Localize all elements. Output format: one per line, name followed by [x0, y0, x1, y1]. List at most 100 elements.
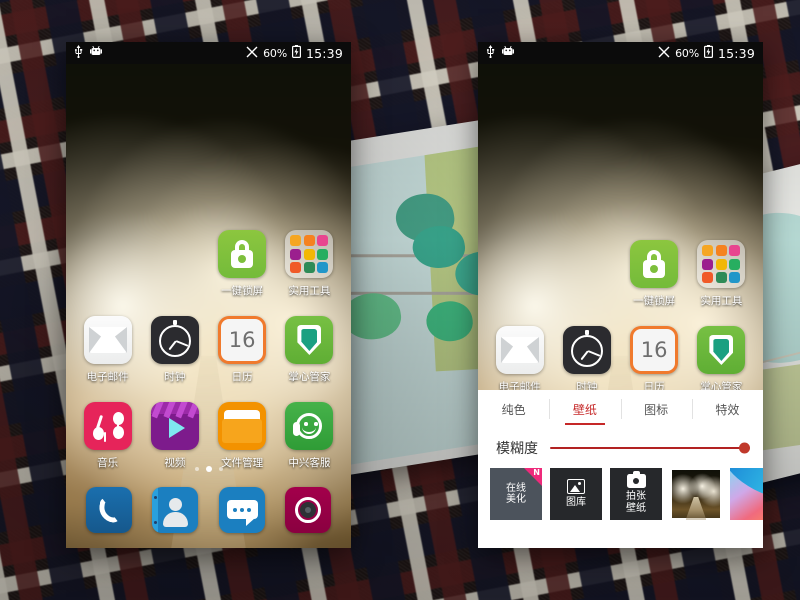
thumbnail-label-line2: 壁纸	[626, 502, 646, 514]
blur-slider-thumb[interactable]	[739, 442, 750, 454]
thumbnail-current-wallpaper[interactable]	[670, 468, 722, 520]
tab-label: 图标	[644, 402, 669, 417]
shield-icon	[285, 316, 334, 364]
app-cell-empty	[486, 232, 553, 308]
app-icon-file-manager[interactable]: 文件管理	[209, 394, 276, 470]
thumbnail-gradient-wallpaper[interactable]	[730, 468, 763, 520]
app-icon-clock[interactable]: 时钟	[553, 318, 620, 394]
app-cell-empty	[141, 222, 208, 298]
app-icon-customer-service[interactable]: 中兴客服	[276, 394, 343, 470]
scene-right-edge	[763, 0, 800, 600]
app-icon-calendar[interactable]: 16 日历	[209, 308, 276, 384]
mail-icon	[495, 326, 544, 374]
android-robot-icon	[502, 45, 514, 60]
app-icon-clock[interactable]: 时钟	[141, 308, 208, 384]
clock-label: 15:39	[717, 45, 755, 61]
phone-left: 60% 15:39 一键锁屏 实用工具 电子邮件 时钟 16 日历 掌心管家 音…	[66, 42, 351, 548]
page-indicator[interactable]	[66, 466, 351, 472]
contacts-icon[interactable]	[152, 487, 199, 533]
folder-icon	[697, 240, 746, 288]
tab-active-underline	[564, 423, 605, 425]
clock-icon	[562, 326, 611, 374]
blur-slider[interactable]	[550, 442, 750, 454]
app-cell-empty	[74, 222, 141, 298]
thumbnail-label-line2: 美化	[506, 494, 526, 505]
app-row-1: 一键锁屏 实用工具	[74, 64, 343, 298]
blur-slider-label: 模糊度	[496, 441, 538, 457]
page-dot[interactable]	[194, 467, 199, 471]
thumbnail-swoosh	[730, 468, 763, 505]
tab-label: 纯色	[501, 402, 526, 417]
gallery-icon	[567, 479, 585, 495]
app-icon-security-manager[interactable]: 掌心管家	[276, 308, 343, 384]
tab-wallpaper[interactable]: 壁纸	[549, 390, 620, 428]
close-icon[interactable]	[658, 46, 670, 61]
usb-icon	[486, 45, 495, 61]
lock-icon	[630, 240, 679, 288]
camera-icon	[626, 471, 646, 488]
lock-icon	[218, 230, 267, 278]
app-icon-email[interactable]: 电子邮件	[486, 318, 553, 394]
app-row-3: 音乐 视频 文件管理	[74, 384, 343, 470]
wallpaper-picker-panel: 纯色 壁纸 图标 特效 模糊度 N 在线 美化 图库 拍张 壁纸	[478, 390, 763, 548]
video-icon	[150, 402, 199, 450]
calendar-icon: 16	[630, 326, 679, 374]
close-icon[interactable]	[246, 46, 258, 61]
calendar-day: 16	[228, 328, 256, 352]
new-badge-label: N	[533, 468, 540, 477]
tab-label: 壁纸	[572, 402, 597, 417]
tab-effects[interactable]: 特效	[691, 390, 763, 428]
app-icon-security-manager[interactable]: 掌心管家	[688, 318, 755, 394]
clock-label: 15:39	[305, 45, 343, 61]
app-icon-lock-screen[interactable]: 一键锁屏	[621, 232, 688, 308]
folder-icon	[285, 230, 334, 278]
page-dot-active[interactable]	[205, 466, 212, 472]
battery-percent-label: 60%	[675, 46, 699, 60]
app-row-1: 一键锁屏 实用工具	[486, 64, 755, 308]
status-bar: 60% 15:39	[478, 42, 763, 64]
usb-icon	[74, 45, 83, 61]
camera-icon[interactable]	[284, 487, 331, 533]
app-label: 电子邮件	[86, 371, 129, 383]
app-cell-empty	[553, 232, 620, 308]
app-label: 实用工具	[288, 285, 331, 297]
battery-charging-icon	[291, 45, 301, 61]
shield-icon	[697, 326, 746, 374]
mail-icon	[83, 316, 132, 364]
app-icon-lock-screen[interactable]: 一键锁屏	[209, 222, 276, 298]
files-icon	[218, 402, 267, 450]
thumbnail-online-beautify[interactable]: N 在线 美化	[490, 468, 542, 520]
app-label: 一键锁屏	[221, 285, 264, 297]
dock	[66, 478, 351, 542]
app-icon-calendar[interactable]: 16 日历	[621, 318, 688, 394]
battery-percent-label: 60%	[263, 46, 287, 60]
android-robot-icon	[90, 45, 102, 60]
tab-solid-color[interactable]: 纯色	[478, 390, 549, 428]
app-icon-video[interactable]: 视频	[141, 394, 208, 470]
music-icon	[83, 402, 132, 450]
phone-icon[interactable]	[86, 487, 133, 533]
app-icon-email[interactable]: 电子邮件	[74, 308, 141, 384]
clock-icon	[150, 316, 199, 364]
customer-service-icon	[285, 402, 334, 450]
blur-slider-row: 模糊度	[478, 428, 763, 466]
app-label: 时钟	[164, 371, 186, 383]
tab-icons[interactable]: 图标	[620, 390, 692, 428]
app-icon-music[interactable]: 音乐	[74, 394, 141, 470]
phone-right: 60% 15:39 一键锁屏 实用工具 电子邮件 时钟 16 日历 掌心管家 纯…	[478, 42, 763, 548]
thumbnail-gallery[interactable]: 图库	[550, 468, 602, 520]
app-folder-utilities[interactable]: 实用工具	[688, 232, 755, 308]
tab-label: 特效	[715, 402, 740, 417]
thumbnail-label-line1: 拍张	[626, 491, 646, 502]
app-row-2: 电子邮件 时钟 16 日历 掌心管家	[486, 308, 755, 394]
app-label: 实用工具	[700, 295, 743, 307]
thumbnail-take-photo[interactable]: 拍张 壁纸	[610, 468, 662, 520]
page-dot[interactable]	[218, 467, 223, 471]
wallpaper-thumbnail-list[interactable]: N 在线 美化 图库 拍张 壁纸	[478, 466, 763, 520]
home-screen-grid: 一键锁屏 实用工具	[66, 64, 351, 470]
messages-icon[interactable]	[218, 487, 265, 533]
thumbnail-path	[685, 496, 707, 520]
calendar-icon: 16	[218, 316, 267, 364]
app-folder-utilities[interactable]: 实用工具	[276, 222, 343, 298]
app-label: 日历	[231, 371, 253, 383]
